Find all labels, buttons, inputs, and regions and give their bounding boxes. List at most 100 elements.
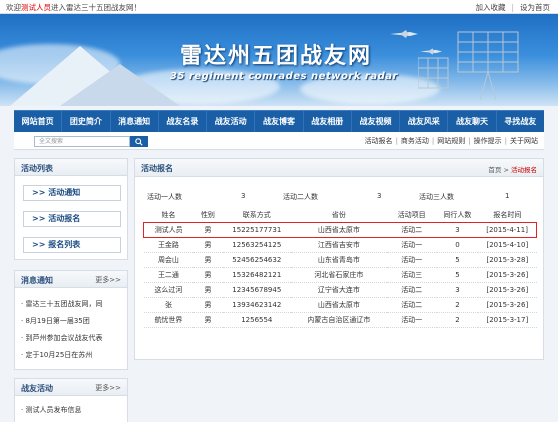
panel-header: 活动列表: [15, 159, 127, 176]
cell-companions: 3: [436, 221, 479, 238]
sublink-business[interactable]: 商务活动: [401, 137, 429, 145]
cell-contact: 15225177731: [222, 221, 292, 238]
cell-activity: 活动二: [386, 282, 437, 298]
column-header: 同行人数: [443, 210, 472, 219]
news-panel: 消息通知 更多>> · 雷达三十五团战友网，同 · 8月19日第一届35团 · …: [14, 270, 128, 370]
summary-label: 活动三人数: [419, 193, 454, 201]
cell-gender: 男: [193, 282, 223, 298]
column-header: 报名时间: [493, 210, 522, 219]
sub-links: 活动报名 | 商务活动 | 网站规则 | 操作提示 | 关于网站: [365, 136, 538, 146]
panel-header: 战友活动 更多>>: [15, 379, 127, 396]
more-link[interactable]: 更多>>: [95, 383, 121, 393]
sidebar-item-activity-signup[interactable]: >> 活动报名: [23, 211, 121, 227]
cell-signup-date: [2015-3-26]: [478, 282, 537, 298]
more-link[interactable]: 更多>>: [95, 275, 121, 285]
nav-item-history[interactable]: 团史简介: [62, 111, 111, 132]
cell-activity: 活动三: [386, 267, 437, 283]
column-header: 性别: [200, 210, 215, 219]
cell-gender: 男: [193, 267, 223, 283]
cell-contact: 52456254632: [222, 252, 292, 268]
sublink-tips[interactable]: 操作提示: [474, 137, 502, 145]
panel-title: 消息通知: [21, 276, 53, 285]
cell-province: 山西省太原市: [291, 297, 387, 313]
nav-item-blog[interactable]: 战友博客: [255, 111, 304, 132]
sublink-separator: |: [504, 137, 507, 145]
search-button[interactable]: [130, 136, 148, 147]
welcome-text: 欢迎测试人员进入雷达三十五团战友网！: [6, 2, 141, 13]
table-row[interactable]: 王二通 男 15326482121 河北省石家庄市 活动三 5 [2015-3-…: [143, 267, 537, 283]
site-subtitle: 35 regiment comrades network radar: [170, 71, 398, 82]
cell-contact: 15326482121: [222, 267, 292, 283]
cell-province: 山西省太原市: [291, 221, 387, 238]
table-row[interactable]: 张 男 13934623142 山西省太原市 活动二 2 [2015-3-26]: [143, 297, 537, 313]
nav-item-activities[interactable]: 战友活动: [207, 111, 256, 132]
nav-item-directory[interactable]: 战友名录: [159, 111, 208, 132]
sublink-activity-signup[interactable]: 活动报名: [365, 137, 393, 145]
add-favorite-link[interactable]: 加入收藏: [475, 3, 505, 12]
cell-companions: 3: [436, 282, 479, 298]
cell-activity: 活动二: [386, 297, 437, 313]
column-header: 活动项目: [397, 210, 426, 219]
cell-signup-date: [2015-3-17]: [478, 312, 537, 328]
news-item[interactable]: · 8月19日第一届35团: [21, 316, 90, 326]
cell-activity: 活动二: [386, 221, 437, 238]
table-row[interactable]: 周会山 男 52456254632 山东省青岛市 活动一 5 [2015-3-2…: [143, 252, 537, 268]
nav-item-chat[interactable]: 战友聊天: [448, 111, 497, 132]
cell-province: 辽宁省大连市: [291, 282, 387, 298]
search-icon: [135, 137, 143, 146]
welcome-prefix: 欢迎: [6, 3, 21, 12]
summary-value: 1: [505, 192, 510, 200]
top-links-separator: |: [511, 3, 514, 12]
set-homepage-link[interactable]: 设为首页: [520, 3, 550, 12]
cell-gender: 男: [193, 252, 223, 268]
nav-item-video[interactable]: 战友视频: [352, 111, 401, 132]
search-bar: 全文搜索 活动报名 | 商务活动 | 网站规则 | 操作提示 | 关于网站: [14, 132, 544, 150]
table-row[interactable]: 航忧世界 男 1256554 内蒙古自治区通辽市 活动一 2 [2015-3-1…: [143, 312, 537, 328]
table-row[interactable]: 王金路 男 12563254125 江西省吉安市 活动一 0 [2015-4-1…: [143, 237, 537, 253]
breadcrumb-home[interactable]: 首页: [488, 166, 501, 174]
table-row[interactable]: 这么过河 男 12345678945 辽宁省大连市 活动二 3 [2015-3-…: [143, 282, 537, 298]
nav-item-album[interactable]: 战友相册: [304, 111, 352, 132]
cell-contact: 1256554: [222, 312, 292, 328]
main-nav: 网站首页 团史简介 消息通知 战友名录 战友活动 战友博客 战友相册 战友视频 …: [14, 110, 544, 132]
banner-mountain: [60, 64, 180, 106]
signup-panel: 活动报名 首页 > 活动报名 活动一人数 3 活动二人数 3 活动三人数 1 姓…: [134, 158, 544, 360]
summary-label: 活动一人数: [147, 193, 182, 201]
sublink-about[interactable]: 关于网站: [510, 137, 538, 145]
nav-item-gallery[interactable]: 战友风采: [400, 111, 449, 132]
news-item[interactable]: · 测试人员发布信息: [21, 405, 81, 415]
sublink-separator: |: [395, 137, 398, 145]
cell-province: 江西省吉安市: [291, 237, 387, 253]
news-item[interactable]: · 到芦州参加会议战友代表: [21, 333, 102, 343]
news-item[interactable]: · 定于10月25日在苏州: [21, 350, 92, 360]
cell-activity: 活动一: [386, 237, 437, 253]
cell-gender: 男: [193, 297, 223, 313]
nav-item-home[interactable]: 网站首页: [14, 111, 63, 132]
current-user-link[interactable]: 测试人员: [21, 3, 51, 12]
news-item[interactable]: · 雷达三十五团战友网，同: [21, 299, 102, 309]
search-input[interactable]: 全文搜索: [34, 136, 130, 147]
cell-name: 航忧世界: [143, 312, 194, 328]
panel-title: 活动列表: [21, 164, 53, 173]
summary-value: 3: [241, 192, 246, 200]
sidebar-item-signup-list[interactable]: >> 报名列表: [23, 237, 121, 253]
radar-antenna-icon: [418, 31, 519, 100]
cell-signup-date: [2015-3-26]: [478, 267, 537, 283]
breadcrumb: 首页 > 活动报名: [488, 164, 537, 174]
column-header: 联系方式: [242, 210, 271, 219]
sidebar-item-activity-notice[interactable]: >> 活动通知: [23, 185, 121, 201]
cell-activity: 活动一: [386, 312, 437, 328]
summary-row: 活动一人数 3 活动二人数 3 活动三人数 1: [135, 192, 545, 204]
nav-item-find[interactable]: 寻找战友: [497, 111, 544, 132]
cell-signup-date: [2015-3-26]: [478, 297, 537, 313]
cell-gender: 男: [193, 312, 223, 328]
table-header-row: 姓名 性别 联系方式 省份 活动项目 同行人数 报名时间: [144, 208, 537, 222]
sublink-rules[interactable]: 网站规则: [437, 137, 465, 145]
table-row[interactable]: 测试人员 男 15225177731 山西省太原市 活动二 3 [2015-4-…: [143, 221, 538, 238]
column-header: 省份: [331, 210, 346, 219]
summary-value: 3: [377, 192, 382, 200]
cell-province: 内蒙古自治区通辽市: [291, 312, 387, 328]
cell-companions: 2: [436, 312, 479, 328]
nav-item-notices[interactable]: 消息通知: [111, 111, 159, 132]
cell-contact: 12345678945: [222, 282, 292, 298]
